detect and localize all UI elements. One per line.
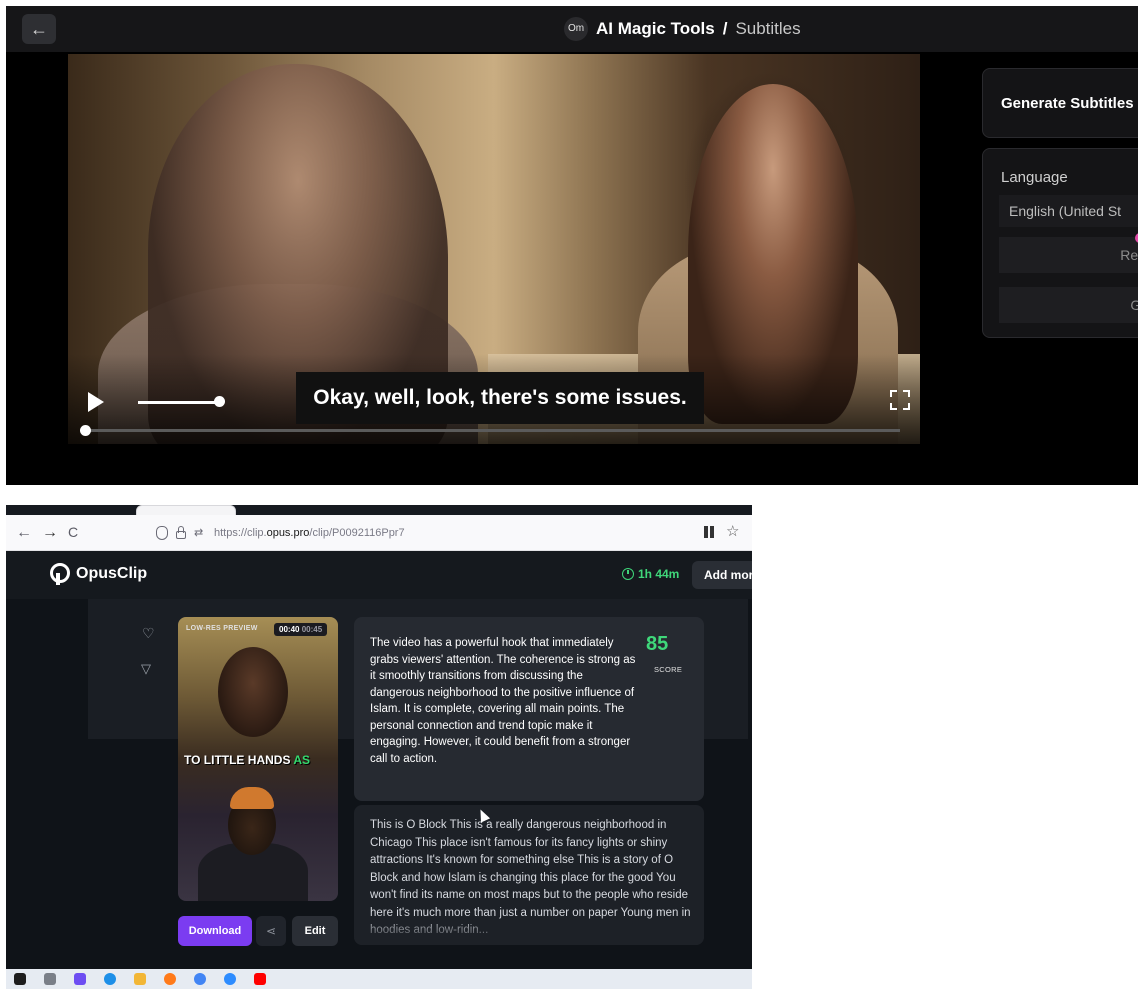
url-path: /clip/P0092116Ppr7 (309, 527, 405, 539)
volume-slider-handle[interactable] (214, 396, 225, 407)
edit-button[interactable]: Edit (292, 916, 338, 946)
lock-icon[interactable] (176, 526, 186, 539)
browser-back-icon[interactable]: ← (16, 524, 32, 542)
url-prefix: https://clip. (214, 527, 267, 539)
title-separator: / (722, 19, 728, 38)
share-icon[interactable]: ⋖ (256, 916, 286, 946)
video-progress-handle[interactable] (80, 425, 91, 436)
generate-subtitles-heading: Generate Subtitles (1001, 95, 1134, 112)
generate-button[interactable]: Ge (999, 287, 1138, 323)
score-explanation: The video has a powerful hook that immed… (370, 637, 636, 765)
url-text[interactable]: https://clip.opus.pro/clip/P0092116Ppr7 (214, 520, 405, 546)
clip-caption: TO LITTLE HANDS AS (184, 753, 310, 767)
video-subtitle-caption: Okay, well, look, there's some issues. (296, 372, 704, 424)
play-icon[interactable] (88, 392, 104, 412)
credits-time: 1h 44m (638, 567, 680, 581)
app-icon-1[interactable] (74, 973, 86, 985)
transcript-fade (354, 915, 704, 945)
url-bar[interactable]: ⇄ https://clip.opus.pro/clip/P0092116Ppr… (156, 520, 716, 546)
score-label: SCORE (654, 665, 683, 674)
windows-icon[interactable] (14, 973, 26, 985)
download-button[interactable]: Download (178, 916, 252, 946)
browser-tab[interactable] (136, 505, 236, 515)
clip-time-badge: 00:40 00:45 (274, 623, 328, 636)
replace-button[interactable]: Repl (999, 237, 1138, 273)
opusclip-logo-icon[interactable] (50, 563, 70, 585)
url-host: opus.pro (266, 527, 310, 539)
permissions-icon[interactable]: ⇄ (194, 520, 203, 546)
generate-subtitles-panel: Generate Subtitles (982, 68, 1138, 138)
qr-code-icon[interactable] (704, 526, 716, 538)
om-logo: Om (564, 17, 588, 41)
score-value: 85 (646, 633, 669, 655)
app-title: AI Magic Tools (596, 19, 715, 38)
youtube-icon[interactable] (254, 973, 266, 985)
browser-toolbar: ← → C ⇄ https://clip.opus.pro/clip/P0092… (6, 515, 752, 551)
clip-thumbnail[interactable]: LOW-RES PREVIEW 00:40 00:45 TO LITTLE HA… (178, 617, 338, 901)
clip-detail: ♡ ▽ LOW-RES PREVIEW 00:40 00:45 TO LITTL… (6, 599, 752, 969)
thumbs-down-icon[interactable]: ▽ (141, 661, 151, 677)
browser-window: ← → C ⇄ https://clip.opus.pro/clip/P0092… (6, 505, 752, 989)
add-more-button[interactable]: Add more (692, 561, 752, 589)
breadcrumb-subtitles[interactable]: Subtitles (735, 19, 800, 39)
edge-icon[interactable] (104, 973, 116, 985)
opusclip-brand[interactable]: OpusClip (76, 565, 147, 583)
language-select[interactable]: English (United St (999, 195, 1138, 227)
clip-caption-main: TO LITTLE HANDS (184, 753, 291, 767)
back-button[interactable]: ← (22, 14, 56, 44)
subtitle-settings-panel: Language English (United St Repl Ge (982, 148, 1138, 338)
credits-remaining: 1h 44m (622, 567, 679, 581)
browser-forward-icon[interactable]: → (42, 524, 58, 542)
task-view-icon[interactable] (44, 973, 56, 985)
virality-score-card: The video has a powerful hook that immed… (354, 617, 704, 801)
transcript-card[interactable]: This is O Block This is a really dangero… (354, 805, 704, 945)
opusclip-header: OpusClip 1h 44m Add more (6, 551, 752, 599)
heart-icon[interactable]: ♡ (142, 625, 155, 642)
ai-magic-tools-window: ← Om AI Magic Tools / Subtitles Okay, we… (6, 6, 1138, 485)
zoom-icon[interactable] (224, 973, 236, 985)
file-explorer-icon[interactable] (134, 973, 146, 985)
clip-time-current: 00:40 (279, 625, 300, 634)
video-player[interactable]: Okay, well, look, there's some issues. (68, 54, 920, 444)
thumbnail-figure (230, 787, 274, 809)
page-title: Om AI Magic Tools / Subtitles (564, 17, 801, 41)
clock-icon (622, 568, 634, 580)
video-progress-bar[interactable] (84, 429, 900, 432)
top-bar: ← Om AI Magic Tools / Subtitles (6, 6, 1138, 52)
clip-time-duration: 00:45 (301, 625, 323, 634)
chrome-icon[interactable] (194, 973, 206, 985)
thumbnail-figure (218, 647, 288, 737)
windows-taskbar (6, 969, 752, 989)
firefox-icon[interactable] (164, 973, 176, 985)
volume-slider[interactable] (138, 401, 218, 404)
low-res-preview-badge: LOW-RES PREVIEW (186, 625, 258, 632)
clip-caption-highlight: AS (293, 753, 311, 767)
bookmark-star-icon[interactable]: ☆ (726, 522, 739, 540)
fullscreen-icon[interactable] (890, 390, 910, 410)
language-label: Language (1001, 169, 1068, 186)
reload-icon[interactable]: C (68, 524, 78, 540)
shield-icon[interactable] (156, 526, 168, 540)
